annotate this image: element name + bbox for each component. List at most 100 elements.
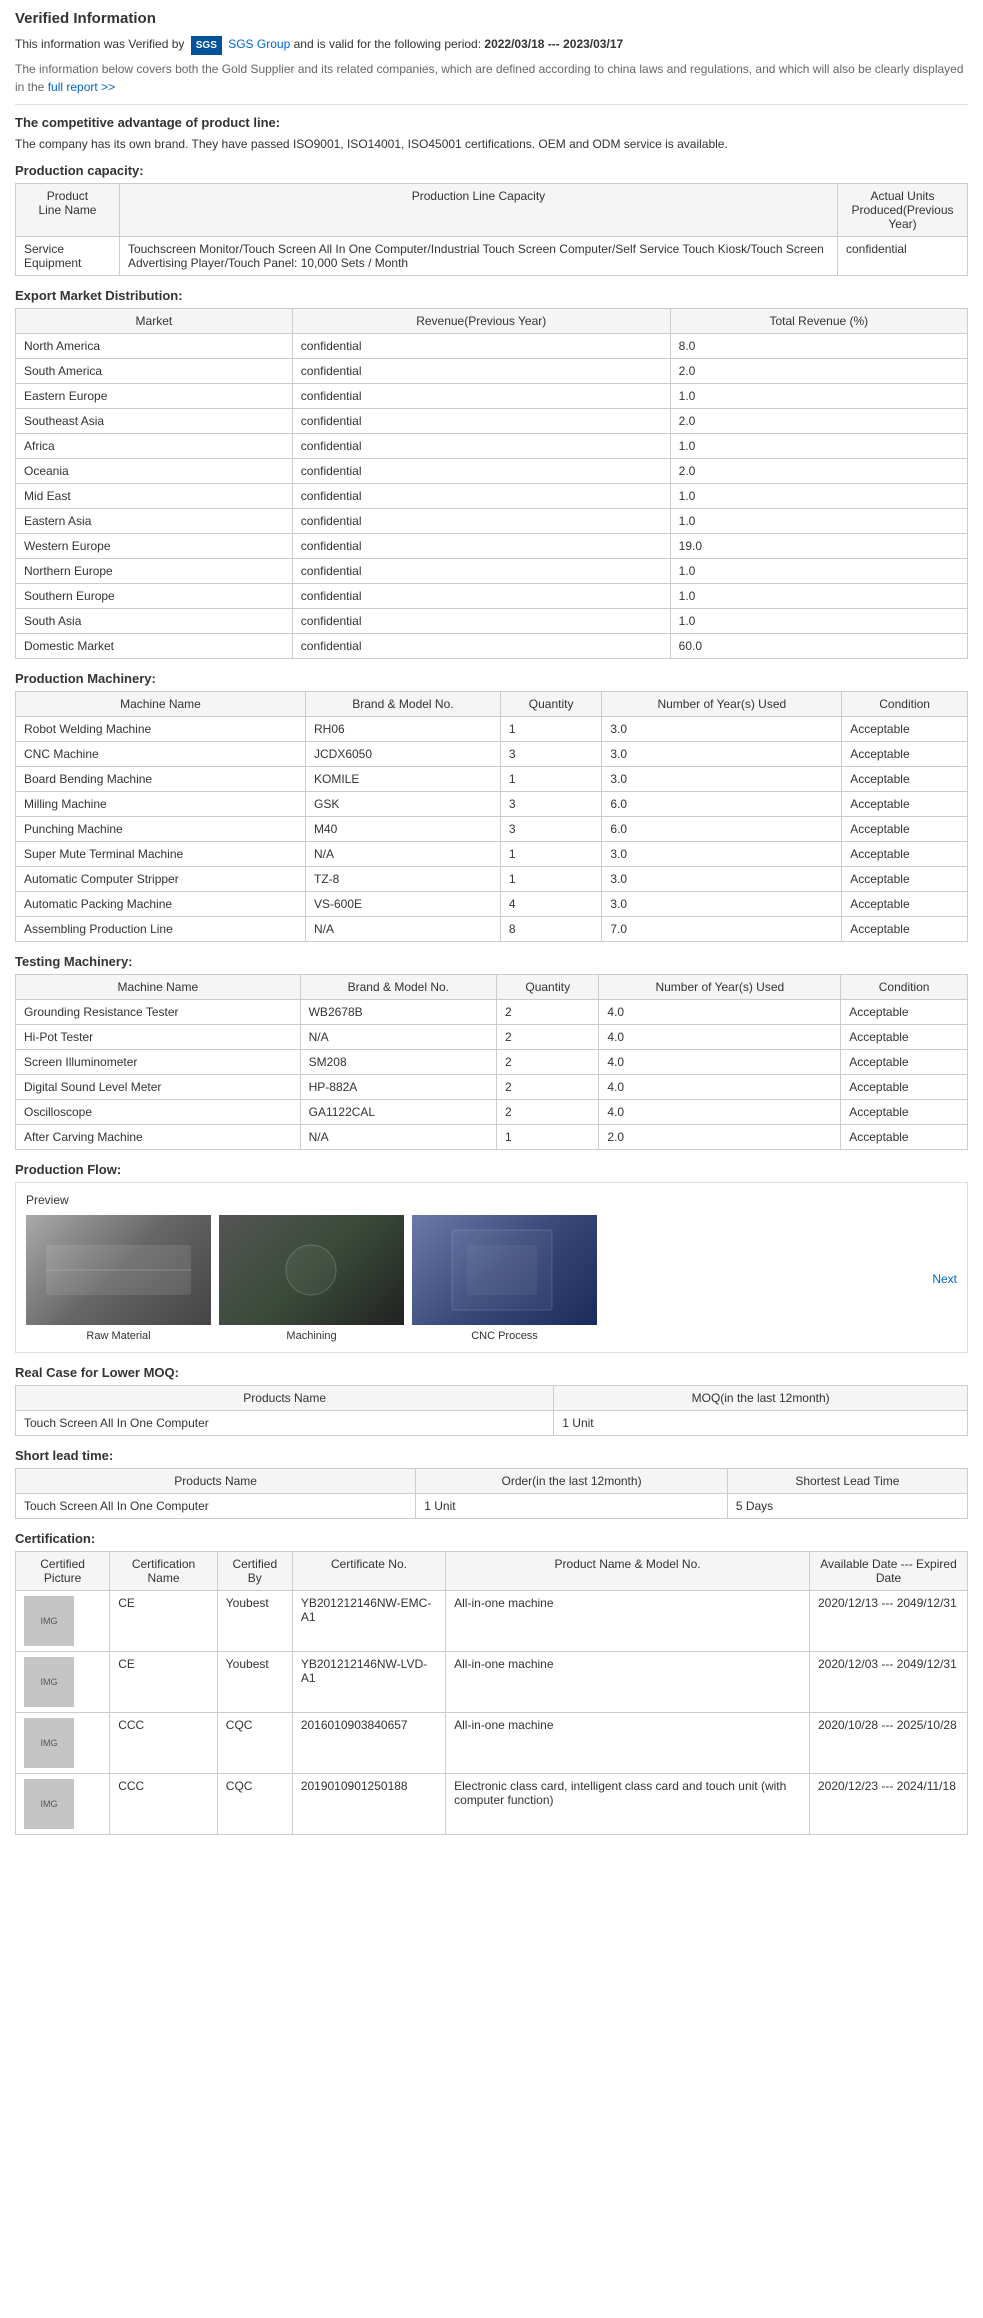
exp-revenue: confidential [292,359,670,384]
verified-section: Verified Information This information wa… [15,10,968,96]
cert-row: IMG CCC CQC 2019010901250188 Electronic … [16,1774,968,1835]
exp-total: 1.0 [670,584,967,609]
pm-qty: 3 [500,817,602,842]
tm-brand: N/A [300,1025,496,1050]
tm-years: 4.0 [599,1000,841,1025]
tm-brand: WB2678B [300,1000,496,1025]
lead-title: Short lead time: [15,1448,968,1463]
next-button[interactable]: Next [932,1272,957,1286]
pm-condition: Acceptable [842,717,968,742]
cert-image: IMG [24,1596,74,1646]
exp-market: North America [16,334,293,359]
tm-years: 4.0 [599,1025,841,1050]
cert-dates-val: 2020/12/23 --- 2024/11/18 [809,1774,967,1835]
pm-condition: Acceptable [842,917,968,942]
tm-years: 2.0 [599,1125,841,1150]
pm-years: 6.0 [602,792,842,817]
pm-col-years: Number of Year(s) Used [602,692,842,717]
cert-pic: IMG [16,1652,110,1713]
verified-line2: The information below covers both the Go… [15,60,968,96]
pm-condition: Acceptable [842,767,968,792]
flow-image-item: CNC Process [412,1215,597,1342]
export-row: Eastern Asia confidential 1.0 [16,509,968,534]
cert-name-val: CE [110,1591,218,1652]
moq-section: Real Case for Lower MOQ: Products Name M… [15,1365,968,1436]
cert-image: IMG [24,1718,74,1768]
export-title: Export Market Distribution: [15,288,968,303]
cert-name-val: CCC [110,1774,218,1835]
tm-name: Grounding Resistance Tester [16,1000,301,1025]
export-row: South America confidential 2.0 [16,359,968,384]
cert-name-val: CE [110,1652,218,1713]
exp-total: 1.0 [670,509,967,534]
exp-total: 2.0 [670,459,967,484]
lead-section: Short lead time: Products Name Order(in … [15,1448,968,1519]
preview-label: Preview [26,1193,957,1207]
cert-pic: IMG [16,1713,110,1774]
sgs-link[interactable]: SGS Group [228,37,290,51]
export-row: Oceania confidential 2.0 [16,459,968,484]
pm-years: 3.0 [602,867,842,892]
tm-name: After Carving Machine [16,1125,301,1150]
lead-col-order: Order(in the last 12month) [416,1469,728,1494]
exp-total: 2.0 [670,409,967,434]
exp-revenue: confidential [292,459,670,484]
tm-qty: 2 [497,1100,599,1125]
exp-total: 8.0 [670,334,967,359]
cert-product-val: Electronic class card, intelligent class… [446,1774,810,1835]
tm-name: Digital Sound Level Meter [16,1075,301,1100]
pm-name: Robot Welding Machine [16,717,306,742]
preview-section: Preview Raw Material Machining [15,1182,968,1353]
export-row: South Asia confidential 1.0 [16,609,968,634]
exp-total: 1.0 [670,484,967,509]
cert-name-val: CCC [110,1713,218,1774]
exp-total: 1.0 [670,434,967,459]
tm-col-name: Machine Name [16,975,301,1000]
cert-image: IMG [24,1779,74,1829]
pm-col-name: Machine Name [16,692,306,717]
production-machine-row: Punching Machine M40 3 6.0 Acceptable [16,817,968,842]
pm-years: 6.0 [602,817,842,842]
tm-name: Hi-Pot Tester [16,1025,301,1050]
pm-name: CNC Machine [16,742,306,767]
exp-revenue: confidential [292,534,670,559]
pm-col-brand: Brand & Model No. [305,692,500,717]
full-report-link[interactable]: full report >> [48,80,115,94]
exp-total: 1.0 [670,609,967,634]
exp-market: South Asia [16,609,293,634]
testing-machine-row: Digital Sound Level Meter HP-882A 2 4.0 … [16,1075,968,1100]
pm-qty: 1 [500,767,602,792]
cert-col-pic: Certified Picture [16,1552,110,1591]
exp-total: 2.0 [670,359,967,384]
exp-market: Western Europe [16,534,293,559]
tm-brand: GA1122CAL [300,1100,496,1125]
pm-name: Board Bending Machine [16,767,306,792]
verified-title: Verified Information [15,10,968,27]
tm-years: 4.0 [599,1075,841,1100]
tm-name: Screen Illuminometer [16,1050,301,1075]
pm-condition: Acceptable [842,892,968,917]
testing-machinery-table: Machine Name Brand & Model No. Quantity … [15,974,968,1150]
pm-qty: 4 [500,892,602,917]
production-machinery-title: Production Machinery: [15,671,968,686]
production-machinery-section: Production Machinery: Machine Name Brand… [15,671,968,942]
cert-col-by: Certified By [217,1552,292,1591]
flow-image-label: CNC Process [412,1330,597,1342]
moq-title: Real Case for Lower MOQ: [15,1365,968,1380]
cert-col-product: Product Name & Model No. [446,1552,810,1591]
cert-no-val: YB201212146NW-LVD-A1 [292,1652,445,1713]
exp-market: Southeast Asia [16,409,293,434]
testing-machine-row: After Carving Machine N/A 1 2.0 Acceptab… [16,1125,968,1150]
lead-col-name: Products Name [16,1469,416,1494]
production-capacity-title: Production capacity: [15,163,968,178]
competitive-section: The competitive advantage of product lin… [15,115,968,153]
exp-market: Oceania [16,459,293,484]
flow-image-svg [26,1215,211,1325]
tm-condition: Acceptable [841,1100,968,1125]
exp-total: 1.0 [670,559,967,584]
tm-qty: 1 [497,1125,599,1150]
exp-total: 60.0 [670,634,967,659]
competitive-title: The competitive advantage of product lin… [15,115,968,130]
production-machine-row: CNC Machine JCDX6050 3 3.0 Acceptable [16,742,968,767]
tm-condition: Acceptable [841,1050,968,1075]
